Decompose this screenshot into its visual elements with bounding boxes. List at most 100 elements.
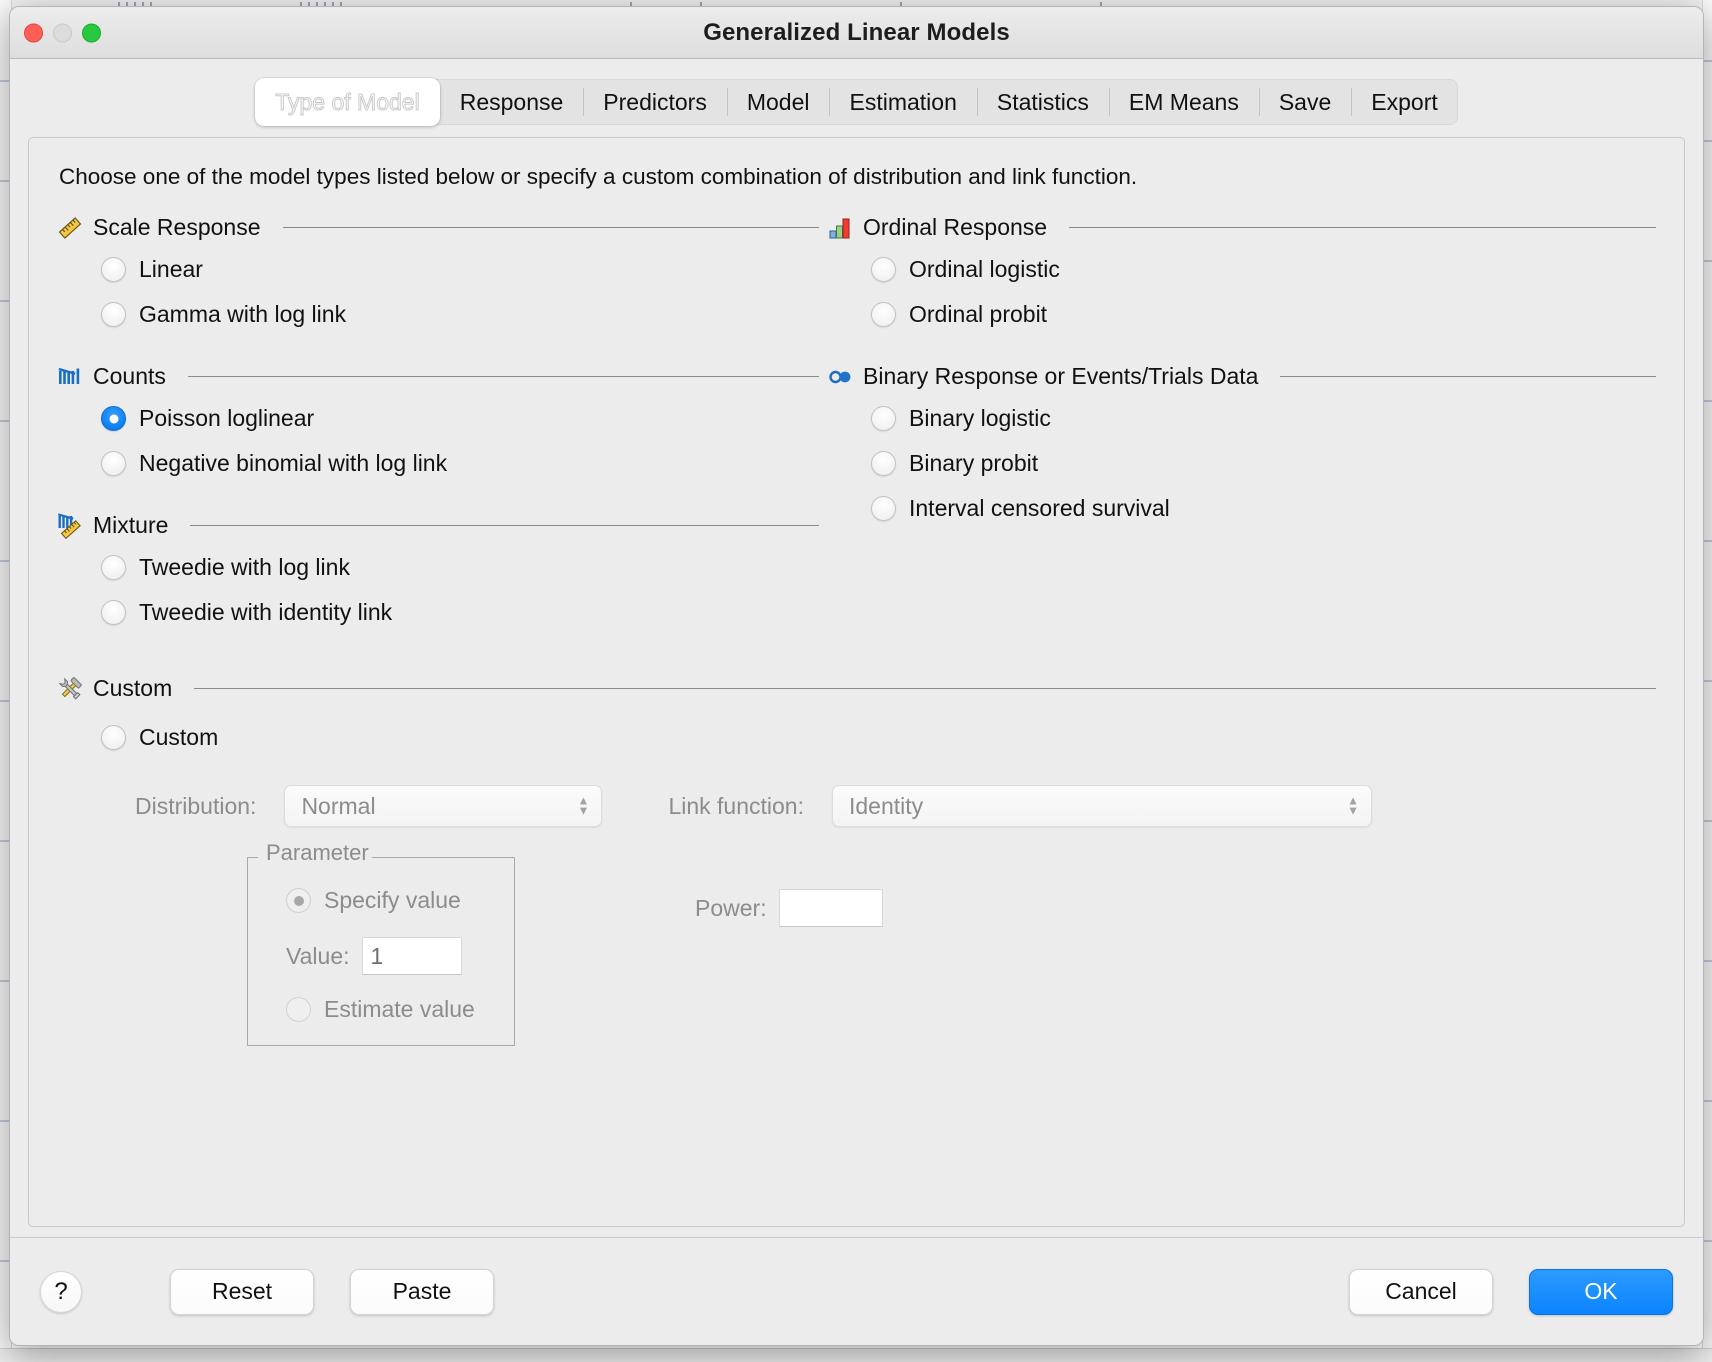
radio-binary-probit-label: Binary probit	[909, 450, 1039, 476]
radio-specify-value-label: Specify value	[324, 887, 461, 913]
radio-custom[interactable]: Custom	[57, 708, 1656, 759]
parameter-value-input[interactable]: 1	[361, 937, 462, 975]
left-column: Scale Response Linear Gamma with log lin…	[57, 214, 819, 661]
radio-ordinal-probit-indicator	[871, 302, 896, 327]
power-input[interactable]	[778, 889, 883, 927]
radio-ordinal-probit-label: Ordinal probit	[909, 301, 1048, 327]
parameter-value-label: Value:	[286, 942, 350, 969]
distribution-label: Distribution:	[135, 792, 257, 819]
dialog-title: Generalized Linear Models	[703, 18, 1010, 46]
scale-response-title: Scale Response	[93, 214, 261, 240]
distribution-select[interactable]: Normal ▲ ▼	[284, 785, 603, 827]
type-of-model-panel: Choose one of the model types listed bel…	[28, 137, 1685, 1227]
radio-binary-probit-indicator	[871, 451, 896, 476]
radio-estimate-value[interactable]: Estimate value	[274, 987, 488, 1023]
custom-rule	[194, 688, 1656, 689]
parameter-value-row: Value: 1	[274, 937, 488, 975]
radio-estimate-value-label: Estimate value	[324, 996, 475, 1022]
parameter-legend: Parameter	[260, 840, 375, 866]
radio-specify-value-indicator	[286, 888, 311, 913]
radio-binary-logistic-indicator	[871, 406, 896, 431]
radio-interval-censored-survival-indicator	[871, 496, 896, 521]
radio-negative-binomial-log-link-indicator	[101, 451, 126, 476]
tab-predictors[interactable]: Predictors	[583, 79, 727, 125]
hammer-wrench-icon	[58, 676, 82, 700]
link-function-value: Identity	[848, 792, 924, 819]
radio-gamma-log-link-indicator	[101, 302, 126, 327]
ok-button[interactable]: OK	[1529, 1268, 1673, 1315]
cancel-button[interactable]: Cancel	[1349, 1268, 1493, 1315]
mixture-rule	[190, 525, 819, 526]
parameter-fieldset: Parameter Specify value Value: 1 Estimat…	[247, 840, 515, 1046]
radio-tweedie-log-link[interactable]: Tweedie with log link	[57, 545, 819, 590]
group-custom: Custom Custom Distribution: Normal ▲ ▼ L…	[57, 675, 1656, 1046]
radio-tweedie-identity-link-indicator	[101, 600, 126, 625]
radio-specify-value[interactable]: Specify value	[274, 883, 488, 923]
radio-binary-logistic[interactable]: Binary logistic	[827, 396, 1656, 441]
distribution-link-row: Distribution: Normal ▲ ▼ Link function: I…	[135, 785, 1656, 827]
window-controls	[24, 23, 101, 42]
group-counts: Counts Poisson loglinear Negative binomi…	[57, 363, 819, 486]
help-button[interactable]: ?	[40, 1270, 82, 1313]
power-label: Power:	[695, 894, 767, 921]
radio-linear-label: Linear	[139, 256, 203, 282]
two-circles-icon	[829, 370, 851, 383]
tally-marks-icon	[58, 367, 80, 384]
tab-em-means[interactable]: EM Means	[1108, 79, 1259, 125]
group-mixture: Mixture Tweedie with log link Tweedie wi…	[57, 512, 819, 635]
counts-rule	[187, 376, 819, 377]
binary-response-title: Binary Response or Events/Trials Data	[863, 363, 1259, 389]
radio-tweedie-log-link-indicator	[101, 555, 126, 580]
counts-header: Counts	[57, 363, 819, 390]
binary-response-header: Binary Response or Events/Trials Data	[827, 363, 1656, 390]
custom-controls: Distribution: Normal ▲ ▼ Link function: I…	[57, 785, 1656, 1046]
radio-linear[interactable]: Linear	[57, 247, 819, 292]
radio-custom-indicator	[101, 725, 126, 750]
binary-response-rule	[1280, 376, 1656, 377]
tab-export[interactable]: Export	[1351, 79, 1457, 125]
link-function-label: Link function:	[668, 792, 804, 819]
minimize-button[interactable]	[53, 23, 72, 42]
reset-button[interactable]: Reset	[170, 1268, 314, 1315]
radio-tweedie-identity-link-label: Tweedie with identity link	[139, 599, 393, 625]
tab-save[interactable]: Save	[1258, 79, 1351, 125]
radio-binary-probit[interactable]: Binary probit	[827, 441, 1656, 486]
radio-ordinal-logistic-label: Ordinal logistic	[909, 256, 1060, 282]
paste-button[interactable]: Paste	[350, 1268, 494, 1315]
radio-tweedie-identity-link[interactable]: Tweedie with identity link	[57, 590, 819, 635]
custom-header: Custom	[57, 675, 1656, 702]
tab-response[interactable]: Response	[440, 79, 584, 125]
radio-poisson-loglinear-label: Poisson loglinear	[139, 405, 315, 431]
mixture-header: Mixture	[57, 512, 819, 539]
bar-chart-icon	[829, 218, 850, 238]
link-function-select[interactable]: Identity ▲ ▼	[831, 785, 1372, 827]
group-ordinal-response: Ordinal Response Ordinal logistic Ordina…	[827, 214, 1656, 337]
tab-type-of-model[interactable]: Type of Model	[255, 78, 440, 126]
tab-estimation[interactable]: Estimation	[829, 79, 976, 125]
dialog-footer: ? Reset Paste Cancel OK	[10, 1237, 1703, 1345]
radio-tweedie-log-link-label: Tweedie with log link	[139, 554, 350, 580]
radio-ordinal-logistic[interactable]: Ordinal logistic	[827, 247, 1656, 292]
radio-interval-censored-survival[interactable]: Interval censored survival	[827, 486, 1656, 531]
close-button[interactable]	[24, 23, 43, 42]
panel-instructions: Choose one of the model types listed bel…	[59, 164, 1138, 189]
mixture-title: Mixture	[93, 512, 169, 538]
ordinal-response-header: Ordinal Response	[827, 214, 1656, 241]
tab-statistics[interactable]: Statistics	[976, 79, 1109, 125]
parameter-power-row: Parameter Specify value Value: 1 Estimat…	[57, 840, 1656, 1046]
group-binary-response: Binary Response or Events/Trials Data Bi…	[827, 363, 1656, 531]
radio-poisson-loglinear-indicator	[101, 406, 126, 431]
radio-negative-binomial-log-link[interactable]: Negative binomial with log link	[57, 441, 819, 486]
radio-gamma-log-link[interactable]: Gamma with log link	[57, 292, 819, 337]
chevron-updown-icon: ▲ ▼	[577, 793, 590, 818]
zoom-button[interactable]	[82, 23, 101, 42]
radio-poisson-loglinear[interactable]: Poisson loglinear	[57, 396, 819, 441]
radio-interval-censored-survival-label: Interval censored survival	[909, 495, 1170, 521]
right-column: Ordinal Response Ordinal logistic Ordina…	[819, 214, 1656, 661]
distribution-value: Normal	[301, 792, 376, 819]
tab-model[interactable]: Model	[726, 79, 830, 125]
group-scale-response: Scale Response Linear Gamma with log lin…	[57, 214, 819, 337]
tab-list: Type of Model Response Predictors Model …	[255, 78, 1458, 126]
radio-ordinal-probit[interactable]: Ordinal probit	[827, 292, 1656, 337]
background-status-bar	[0, 1348, 1712, 1362]
